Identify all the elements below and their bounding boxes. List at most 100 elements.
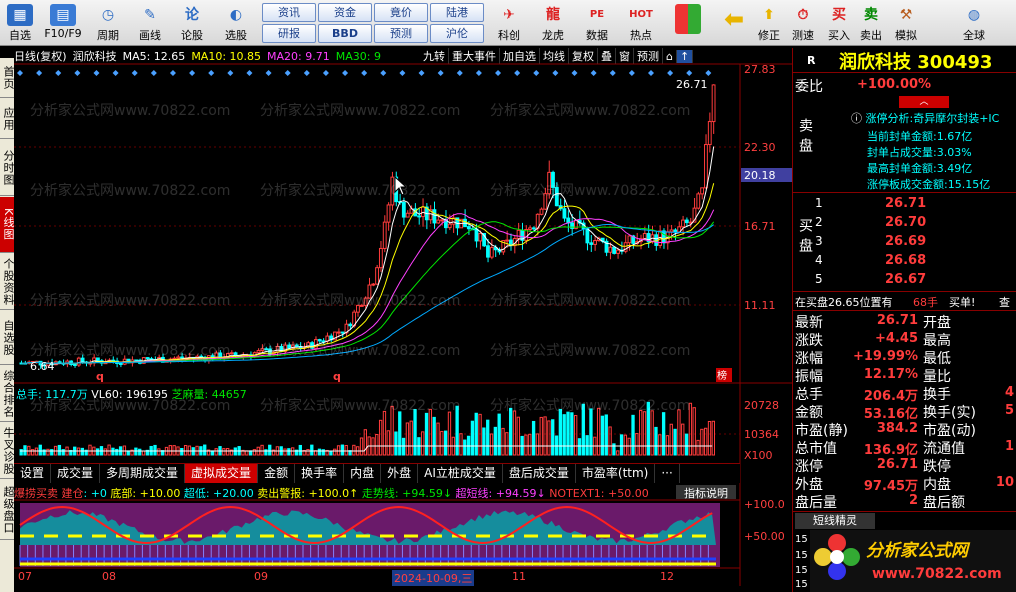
- candle-body: [612, 246, 617, 254]
- candle-body: [317, 339, 322, 342]
- volume-bar: [516, 416, 520, 456]
- volume-bar: [673, 428, 677, 456]
- subtab-inner[interactable]: 内盘: [344, 464, 382, 483]
- signal-diamond-icon: [227, 70, 234, 76]
- weibi-label: 委比: [795, 79, 823, 95]
- volume-bar: [50, 449, 54, 456]
- toolbar-sell-button[interactable]: 卖卖出: [856, 2, 886, 44]
- candle-body: [447, 223, 452, 229]
- signal-diamond-icon: [74, 70, 81, 76]
- toolbar-buy-button[interactable]: 买买入: [824, 2, 854, 44]
- quote-value: 53.16亿: [863, 407, 918, 422]
- date-tick: 09: [254, 570, 268, 583]
- subtab-turnover[interactable]: 换手率: [295, 464, 345, 483]
- candle-body: [405, 212, 410, 218]
- volume-bar: [95, 448, 100, 456]
- volume-bar: [352, 444, 356, 456]
- quote-value: +4.45: [875, 331, 918, 346]
- candle-body: [371, 283, 376, 286]
- site-logo: 分析家公式网 www.70822.com: [810, 530, 1016, 592]
- quote-label: 盘后额: [923, 495, 965, 511]
- volume-bar: [489, 433, 494, 456]
- volume-bar: [317, 448, 322, 456]
- flower-logo-icon: [814, 534, 862, 582]
- volume-bar: [283, 448, 287, 456]
- volume-bars: [19, 401, 716, 456]
- ind-item-2: 底部: +10.00: [110, 487, 181, 500]
- volume-bar: [681, 423, 685, 456]
- volume-bar: [570, 412, 574, 456]
- volume-bar: [432, 416, 436, 456]
- volume-bar: [226, 447, 230, 456]
- low-label: 6.64: [30, 360, 55, 373]
- candle-body: [528, 227, 532, 230]
- subtab-virtual-volume[interactable]: 虚拟成交量: [185, 464, 259, 483]
- subtab-volume[interactable]: 成交量: [51, 464, 101, 483]
- indicator-help-button[interactable]: 指标说明: [676, 485, 736, 500]
- volume-bar: [34, 447, 39, 456]
- subtab-settings[interactable]: 设置: [14, 464, 52, 483]
- volume-bar: [172, 445, 176, 456]
- bid-price[interactable]: 26.70: [885, 215, 926, 230]
- volume-bar: [692, 407, 696, 456]
- q-mark-2: q: [333, 370, 341, 383]
- bid-price[interactable]: 26.71: [885, 196, 926, 211]
- subtab-pe-ttm[interactable]: 市盈率(ttm): [576, 464, 656, 483]
- quote-label: 开盘: [923, 315, 951, 331]
- quote-value: 10: [995, 475, 1014, 490]
- short-elf-button[interactable]: 短线精灵: [795, 513, 875, 529]
- volume-bar: [558, 408, 563, 456]
- volume-bar: [531, 420, 536, 456]
- volume-bar: [574, 415, 578, 456]
- bid-price[interactable]: 26.69: [885, 234, 926, 249]
- candle-body: [145, 357, 150, 360]
- signal-diamond-icon: [647, 70, 654, 76]
- volume-bar: [608, 426, 612, 456]
- volume-bar: [455, 405, 459, 456]
- volume-bar: [409, 420, 413, 456]
- bid-level: 2: [815, 215, 823, 229]
- bid-price[interactable]: 26.67: [885, 272, 926, 287]
- volume-bar: [61, 449, 65, 456]
- candle-body: [531, 227, 536, 230]
- subtab-ai-volume[interactable]: AI立桩成交量: [418, 464, 503, 483]
- signal-diamond-icon: [571, 70, 578, 76]
- volume-bar: [669, 423, 673, 456]
- signal-diamond-icon: [514, 70, 521, 76]
- signal-diamond-icon: [303, 70, 310, 76]
- quote-value: +19.99%: [852, 349, 918, 364]
- buy-queue-view-link[interactable]: 查: [999, 294, 1010, 310]
- candle-body: [363, 297, 368, 306]
- candle-body: [348, 323, 353, 327]
- toolbar-global-button[interactable]: ◍ 全球: [952, 2, 996, 44]
- toolbar-sim-button[interactable]: ⚒ 模拟: [888, 2, 924, 44]
- quote-label: 涨跌: [795, 333, 823, 349]
- volume-bar: [596, 407, 601, 456]
- volume-bar: [658, 434, 662, 456]
- quote-label: 振幅: [795, 369, 823, 385]
- info-icon: ⓘ: [851, 112, 866, 125]
- subtab-more[interactable]: ···: [655, 464, 680, 483]
- candle-body: [417, 215, 422, 218]
- volume-bar: [76, 447, 81, 456]
- app-window: ▦ 自选 ▤ F10/F9 ◷ 周期 ✎ 画线 论论股 ◐ 选股 资讯 资金 竟价 陆港 …: [0, 0, 1016, 592]
- quote-label: 最新: [795, 315, 823, 331]
- subtab-amount[interactable]: 金额: [258, 464, 296, 483]
- signal-diamond-icon: [609, 70, 616, 76]
- volume-bar: [405, 422, 410, 456]
- subtab-after-volume[interactable]: 盘后成交量: [503, 464, 576, 483]
- collapse-up-icon[interactable]: ︿: [899, 96, 949, 108]
- kline-chart[interactable]: 27.83 22.30 20.18 16.71 11.11 26.71 6.64…: [0, 0, 792, 592]
- volume-bar: [134, 447, 138, 456]
- volume-bar: [38, 444, 42, 456]
- candle-body: [593, 240, 597, 245]
- volume-bar: [604, 414, 608, 456]
- volume-bar: [505, 432, 509, 456]
- bid-price[interactable]: 26.68: [885, 253, 926, 268]
- subtab-outer[interactable]: 外盘: [381, 464, 419, 483]
- short-row: 15: [795, 565, 808, 576]
- signal-diamond-icon: [667, 70, 674, 76]
- subtab-multi-volume[interactable]: 多周期成交量: [100, 464, 186, 483]
- candle-body: [359, 304, 364, 307]
- candle-body: [661, 230, 666, 244]
